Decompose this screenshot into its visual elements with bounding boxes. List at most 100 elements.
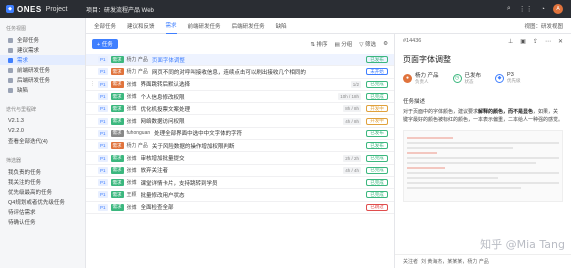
- search-icon[interactable]: ⌕: [507, 5, 511, 13]
- task-row[interactable]: P1 需求 张博 全面检查全部 已跳过: [86, 202, 394, 214]
- priority-badge: P1: [98, 56, 108, 64]
- sidebar-item-suggestions[interactable]: 建议需求: [0, 45, 85, 55]
- task-id: #14436: [403, 38, 422, 44]
- task-row[interactable]: P1 需求 杨力 产品 页面字体调整 已发布: [86, 54, 394, 67]
- sidebar-item-bugs[interactable]: 缺陷: [0, 85, 85, 95]
- task-row[interactable]: P1 需求 王颖 批量修改用户状态 已完成: [86, 189, 394, 202]
- sidebar-item-requirements[interactable]: 需求: [0, 55, 85, 65]
- task-row[interactable]: P1 需求 杨力 产品 关于风险数据的操作增加权限判断 已发布: [86, 140, 394, 153]
- priority-badge: P1: [98, 179, 108, 187]
- assignee-field[interactable]: ● 杨力 产品 负责人: [403, 71, 439, 85]
- tab-bugs[interactable]: 缺陷: [276, 18, 287, 34]
- group-button[interactable]: ▤ 分组: [335, 40, 353, 48]
- pin-icon[interactable]: ⊥: [508, 38, 513, 45]
- tab-feedback[interactable]: 建议和反馈: [127, 18, 155, 34]
- new-task-button[interactable]: + 任务: [92, 39, 118, 49]
- task-row[interactable]: P1 需求 张博 放弃关注者 4h / 4h 已完成: [86, 165, 394, 177]
- share-icon[interactable]: ⇪: [533, 38, 538, 45]
- filter-button[interactable]: ▽ 筛选: [359, 40, 376, 48]
- priority-field[interactable]: ◆ P3 优先级: [495, 71, 521, 85]
- app-logo[interactable]: ◆ ONES Project: [0, 5, 86, 14]
- status-field[interactable]: ◷ 已发布 状态: [452, 71, 481, 85]
- status-badge[interactable]: 未开始: [366, 68, 388, 76]
- sidebar-version[interactable]: V2.2.0: [0, 126, 85, 136]
- sidebar-filter[interactable]: 待确认任务: [0, 217, 85, 227]
- followers-value[interactable]: 刘 黄海杰，某某某，杨力 产品: [421, 258, 489, 265]
- view-selector[interactable]: 视图：研发视图: [524, 22, 563, 30]
- status-badge[interactable]: 已发布: [366, 56, 388, 64]
- sidebar-filter[interactable]: 我负责的任务: [0, 167, 85, 177]
- layout-icon[interactable]: ▣: [520, 38, 526, 45]
- row-hours: 8h / 8h: [343, 105, 361, 113]
- status-badge[interactable]: 已完成: [366, 191, 388, 199]
- status-badge[interactable]: 已完成: [366, 166, 388, 174]
- sidebar-version[interactable]: V2.1.3: [0, 116, 85, 126]
- tab-all[interactable]: 全部任务: [94, 18, 116, 34]
- detail-title[interactable]: 页面字体调整: [395, 48, 571, 69]
- project-title[interactable]: 项目：研发流程产品 Web: [86, 5, 154, 14]
- row-title[interactable]: 批量修改用户状态: [141, 191, 366, 199]
- row-title[interactable]: 优化机投票文案处理: [141, 105, 344, 113]
- row-title[interactable]: 网页不同的对呼叫接收信息，连续点击可以刷出接收几个相同的: [152, 68, 366, 76]
- row-title[interactable]: 放弃关注者: [141, 166, 344, 174]
- row-title[interactable]: 处理全部界面中选中中文字体的字符: [154, 129, 366, 137]
- row-title[interactable]: 课堂详情卡片，支持跳转到学员: [141, 179, 366, 187]
- status-badge[interactable]: 已发布: [366, 142, 388, 150]
- brand-sub: Project: [45, 5, 68, 13]
- tab-frontend[interactable]: 前端研发任务: [188, 18, 221, 34]
- sidebar-filter[interactable]: 待评估需求: [0, 207, 85, 217]
- apps-icon[interactable]: ⋮⋮: [519, 5, 533, 13]
- row-title[interactable]: 关于风险数据的操作增加权限判断: [152, 142, 366, 150]
- more-icon[interactable]: ⋯: [545, 38, 551, 45]
- row-title[interactable]: 全面检查全部: [141, 203, 366, 211]
- priority-badge: P1: [98, 203, 108, 211]
- logo-icon: ◆: [6, 5, 14, 13]
- sidebar-item-backend[interactable]: 后端研发任务: [0, 75, 85, 85]
- row-assignee: 张博: [126, 180, 137, 187]
- sidebar-filter[interactable]: 优先级最高的任务: [0, 187, 85, 197]
- task-row[interactable]: P1 需求 张博 课堂详情卡片，支持跳转到学员 已完成: [86, 177, 394, 190]
- status-badge[interactable]: 已完成: [366, 80, 388, 88]
- row-title[interactable]: 审核增加批量提交: [141, 154, 344, 162]
- priority-badge: P1: [98, 154, 108, 162]
- row-title[interactable]: 个人信息修改权限: [141, 93, 339, 101]
- status-badge[interactable]: 开发中: [366, 117, 388, 125]
- user-icon: ●: [403, 73, 412, 83]
- sidebar-item-frontend[interactable]: 前端研发任务: [0, 65, 85, 75]
- row-title[interactable]: 页面字体调整: [152, 56, 366, 64]
- status-badge[interactable]: 已完成: [366, 154, 388, 162]
- sort-button[interactable]: ⇅ 排序: [310, 40, 327, 48]
- task-row[interactable]: P1 需求 杨力 产品 网页不同的对呼叫接收信息，连续点击可以刷出接收几个相同的 未开始: [86, 66, 394, 79]
- type-badge: 需求: [110, 166, 124, 174]
- type-badge: 需求: [110, 191, 124, 199]
- status-badge[interactable]: 开发中: [366, 105, 388, 113]
- row-title[interactable]: 网络数据访问权限: [141, 117, 344, 125]
- status-badge[interactable]: 已完成: [366, 93, 388, 101]
- row-title[interactable]: 界面跳转后默认选择: [141, 80, 351, 88]
- user-avatar[interactable]: A: [553, 4, 563, 14]
- status-badge[interactable]: 已跳过: [366, 203, 388, 211]
- tab-backend[interactable]: 后端研发任务: [232, 18, 265, 34]
- drag-handle-icon[interactable]: ⋮: [90, 81, 95, 87]
- sidebar-item-all[interactable]: 全部任务: [0, 35, 85, 45]
- task-row[interactable]: ⋮ P1 需求 张博 界面跳转后默认选择 1/2 已完成: [86, 79, 394, 91]
- task-row[interactable]: P1 需求 张博 优化机投票文案处理 8h / 8h 开发中: [86, 103, 394, 116]
- task-row[interactable]: P1 需求 张博 个人信息修改权限 10h / 18h 已完成: [86, 91, 394, 104]
- priority-badge: P1: [98, 68, 108, 76]
- task-row[interactable]: P1 需求 张博 审核增加批量提交 2h / 2h 已完成: [86, 152, 394, 165]
- status-badge[interactable]: 已完成: [366, 179, 388, 187]
- sidebar-filter[interactable]: 我关注的任务: [0, 177, 85, 187]
- settings-icon[interactable]: ⚙: [383, 41, 388, 47]
- type-badge: 需求: [110, 56, 124, 64]
- status-badge[interactable]: 已发布: [366, 129, 388, 137]
- bug-icon: [8, 87, 13, 93]
- close-icon[interactable]: ✕: [558, 38, 563, 45]
- tab-requirements[interactable]: 需求: [165, 18, 177, 34]
- description-text[interactable]: 对于页面中的字体颜色，建议要求解释的颜色，而不是显色，如果，关键字最好的颜色被标…: [395, 105, 571, 128]
- sidebar-filter[interactable]: Q4规划或者优先级任务: [0, 197, 85, 207]
- task-row[interactable]: P1 需求 fuhonguan 处理全部界面中选中中文字体的字符 已发布: [86, 128, 394, 141]
- sidebar-all-iterations[interactable]: 查看全部迭代(4): [0, 136, 85, 146]
- type-badge: 需求: [110, 203, 124, 211]
- task-row[interactable]: P1 需求 张博 网络数据访问权限 4h / 8h 开发中: [86, 115, 394, 128]
- notification-icon[interactable]: ◔: [541, 6, 545, 13]
